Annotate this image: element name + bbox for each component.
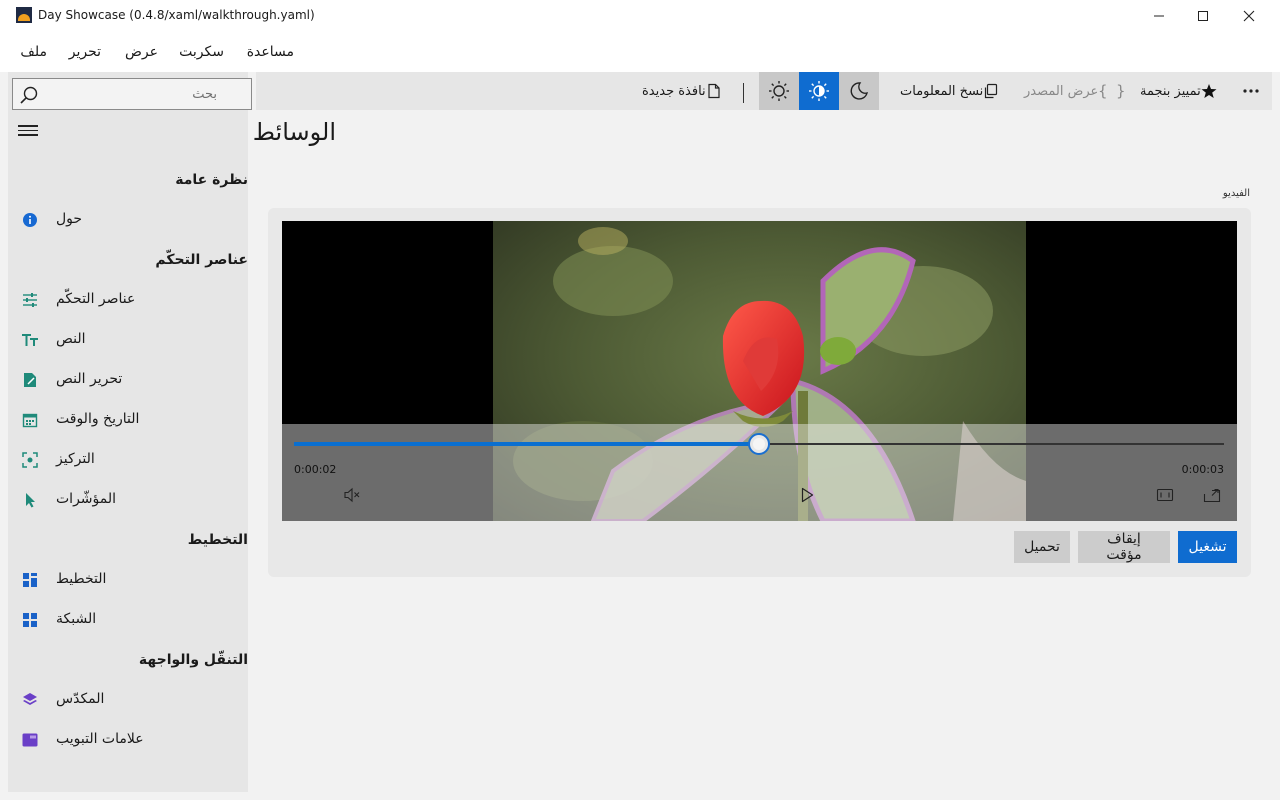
text-icon — [22, 334, 38, 346]
aspect-ratio-icon[interactable] — [1156, 486, 1174, 504]
sidebar-item-tabs[interactable]: علامات التبويب — [8, 722, 248, 758]
sidebar-item-edit-text[interactable]: تحرير النص — [8, 362, 248, 398]
sidebar: نظرة عامة حول عناصر التحكّم عناصر التحكّ… — [8, 72, 252, 792]
play-icon[interactable] — [798, 486, 816, 504]
menu-file[interactable]: ملف — [20, 44, 47, 60]
maximize-icon — [1198, 11, 1208, 21]
copy-icon — [985, 83, 998, 99]
minimize-icon — [1154, 15, 1164, 17]
new-window-label: نافذة جديدة — [642, 83, 706, 99]
more-button[interactable] — [1236, 72, 1266, 110]
copy-info-button[interactable]: نسخ المعلومات — [892, 72, 999, 110]
sidebar-item-layout[interactable]: التخطيط — [8, 562, 248, 598]
sliders-icon — [23, 293, 37, 307]
title-bar: Day Showcase (0.4.8/xaml/walkthrough.yam… — [0, 0, 1280, 32]
auto-theme-button[interactable] — [799, 72, 839, 110]
menu-view[interactable]: عرض — [125, 44, 158, 60]
edit-text-icon — [24, 373, 36, 387]
sidebar-item-label: التخطيط — [56, 571, 107, 587]
view-source-button[interactable]: { } عرض المصدر — [1016, 72, 1125, 110]
pause-button[interactable]: إيقاف مؤقت — [1078, 531, 1170, 563]
sidebar-item-label: علامات التبويب — [56, 731, 144, 747]
sidebar-item-label: حول — [56, 211, 83, 227]
star-button[interactable]: تمييز بنجمة — [1132, 72, 1217, 110]
sidebar-item-label: الشبكة — [56, 611, 97, 627]
copy-info-label: نسخ المعلومات — [900, 83, 984, 99]
seek-thumb[interactable] — [748, 433, 770, 455]
current-time: 0:00:02 — [294, 463, 337, 476]
info-icon — [23, 213, 37, 227]
sidebar-item-label: عناصر التحكّم — [56, 291, 136, 307]
auto-theme-icon — [809, 81, 829, 101]
play-button[interactable]: تشغيل — [1178, 531, 1237, 563]
menu-help[interactable]: مساعدة — [247, 44, 294, 60]
star-icon — [1201, 84, 1217, 98]
calendar-icon — [22, 413, 38, 428]
cast-icon[interactable] — [1203, 486, 1221, 504]
dark-theme-button[interactable] — [839, 72, 879, 110]
nav-header-controls: عناصر التحكّم — [155, 252, 248, 268]
transport-controls: 0:00:02 0:00:03 — [282, 424, 1237, 521]
dark-theme-icon — [850, 82, 868, 100]
sidebar-item-label: المؤشّرات — [56, 491, 117, 507]
close-button[interactable] — [1226, 0, 1272, 32]
maximize-button[interactable] — [1180, 0, 1226, 32]
star-label: تمييز بنجمة — [1140, 83, 1201, 99]
new-window-icon — [708, 83, 720, 99]
section-label: الفيديو — [1222, 188, 1250, 199]
minimize-button[interactable] — [1136, 0, 1182, 32]
nav-header-navigation: التنقّل والواجهة — [138, 652, 248, 668]
sidebar-item-text[interactable]: النص — [8, 322, 248, 358]
command-bar: تمييز بنجمة { } عرض المصدر نسخ المعلومات… — [256, 72, 1272, 110]
hamburger-menu-icon[interactable] — [18, 122, 38, 140]
sidebar-item-label: النص — [56, 331, 86, 347]
sidebar-item-controls[interactable]: عناصر التحكّم — [8, 282, 248, 318]
window-title: Day Showcase (0.4.8/xaml/walkthrough.yam… — [38, 8, 315, 22]
menu-script[interactable]: سكربت — [179, 44, 224, 60]
light-theme-icon — [769, 81, 789, 101]
new-window-button[interactable]: نافذة جديدة — [634, 72, 722, 110]
stack-icon — [23, 693, 37, 705]
sidebar-item-about[interactable]: حول — [8, 202, 248, 238]
page-title: الوسائط — [252, 118, 336, 146]
layout-icon — [23, 573, 37, 587]
sidebar-item-label: المكدّس — [56, 691, 105, 707]
menu-edit[interactable]: تحرير — [69, 44, 101, 60]
menu-bar: ملف تحرير عرض سكربت مساعدة — [0, 32, 1280, 72]
tabs-icon — [22, 733, 38, 747]
sidebar-item-date-time[interactable]: التاريخ والوقت — [8, 402, 248, 438]
nav-header-overview: نظرة عامة — [175, 172, 248, 188]
remaining-time: 0:00:03 — [1181, 463, 1224, 476]
sidebar-item-label: التركيز — [56, 451, 95, 467]
more-icon — [1243, 89, 1259, 93]
pointer-icon — [26, 493, 35, 508]
sidebar-item-grid[interactable]: الشبكة — [8, 602, 248, 638]
search-box — [12, 78, 252, 110]
focus-icon — [22, 452, 38, 468]
braces-icon: { } — [1098, 82, 1126, 100]
load-button[interactable]: تحميل — [1014, 531, 1070, 563]
sidebar-item-label: التاريخ والوقت — [56, 411, 140, 427]
video-player[interactable]: 0:00:02 0:00:03 — [282, 221, 1237, 521]
toolbar-divider — [743, 83, 744, 103]
nav-header-layout: التخطيط — [187, 532, 248, 548]
search-icon[interactable] — [19, 85, 39, 105]
sidebar-item-stack[interactable]: المكدّس — [8, 682, 248, 718]
sidebar-item-focus[interactable]: التركيز — [8, 442, 248, 478]
sidebar-item-label: تحرير النص — [56, 371, 123, 387]
sidebar-item-pointers[interactable]: المؤشّرات — [8, 482, 248, 518]
app-logo-icon — [16, 7, 32, 23]
search-input[interactable] — [17, 79, 217, 109]
mute-icon[interactable] — [343, 486, 361, 504]
seek-progress — [294, 442, 759, 446]
close-icon — [1243, 10, 1255, 22]
view-source-label: عرض المصدر — [1024, 83, 1099, 99]
grid-icon — [23, 613, 37, 627]
light-theme-button[interactable] — [759, 72, 799, 110]
